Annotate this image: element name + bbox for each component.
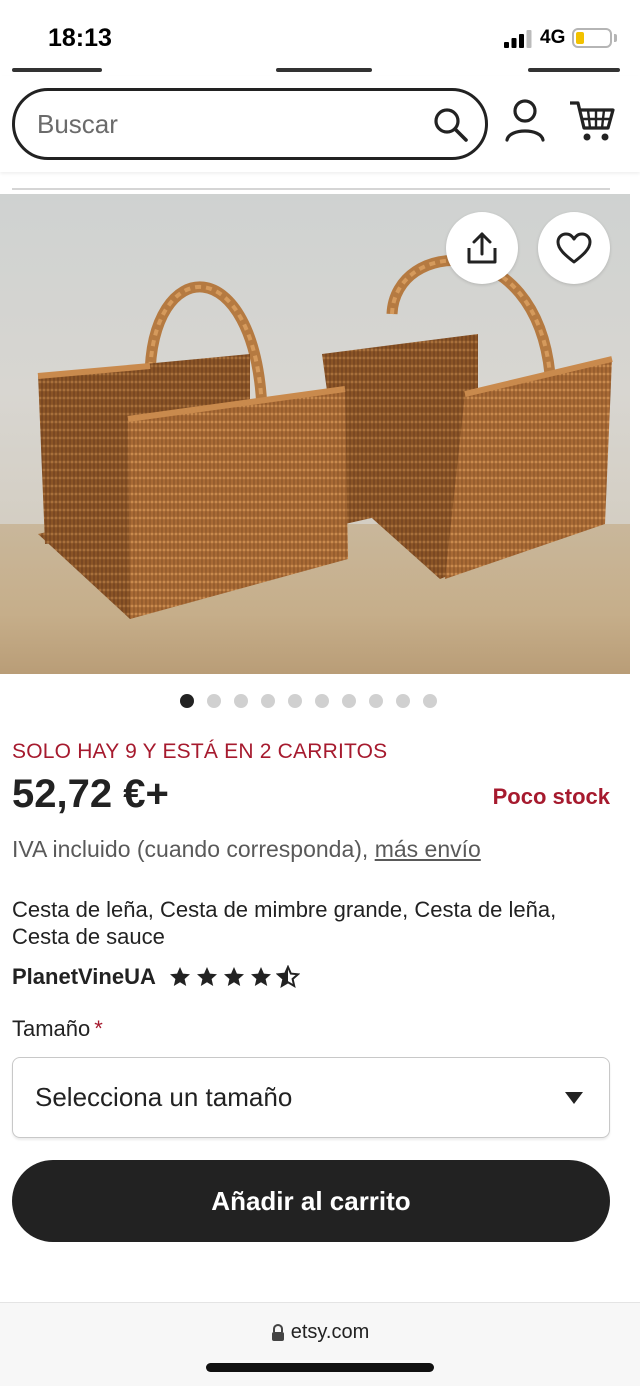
divider: [12, 188, 610, 190]
size-select-value: Selecciona un tamaño: [35, 1082, 293, 1112]
favorite-button[interactable]: [538, 212, 610, 284]
lock-icon: [271, 1323, 284, 1341]
cart-button[interactable]: [568, 98, 616, 144]
home-indicator[interactable]: [206, 1363, 434, 1372]
peek-fragment: [528, 68, 620, 72]
carousel-dot[interactable]: [342, 694, 356, 708]
status-time: 18:13: [48, 24, 112, 52]
required-asterisk: *: [94, 1016, 103, 1041]
heart-icon: [556, 232, 592, 264]
signal-bars-icon: [504, 30, 532, 48]
vat-text: IVA incluido (cuando corresponda),: [12, 836, 375, 862]
share-button[interactable]: [446, 212, 518, 284]
size-select[interactable]: Selecciona un tamaño: [12, 1057, 610, 1138]
add-to-cart-button[interactable]: Añadir al carrito: [12, 1160, 610, 1242]
carousel-dot[interactable]: [315, 694, 329, 708]
search-button[interactable]: [431, 105, 471, 145]
search-bar: [12, 88, 488, 160]
user-icon: [505, 99, 545, 142]
carousel-dot[interactable]: [288, 694, 302, 708]
peek-fragment: [12, 68, 102, 72]
status-bar: 18:13 4G: [0, 0, 640, 76]
battery-tip: [614, 34, 617, 42]
star-full-icon: [223, 967, 244, 986]
chevron-down-icon: [565, 1092, 583, 1104]
search-input[interactable]: [37, 91, 417, 157]
rating-stars: [168, 965, 300, 989]
share-icon: [467, 232, 497, 264]
search-icon: [434, 108, 468, 142]
vat-note: IVA incluido (cuando corresponda), más e…: [12, 836, 481, 863]
carousel-dots: [180, 694, 437, 708]
cart-icon: [570, 101, 615, 141]
wicker-baskets-illustration: [37, 254, 613, 619]
product-image[interactable]: [0, 194, 630, 674]
battery-icon: [572, 28, 612, 48]
star-full-icon: [250, 967, 271, 986]
url-text: etsy.com: [290, 1321, 370, 1343]
header-peek: [0, 68, 640, 78]
battery-level: [576, 32, 584, 44]
url-bar[interactable]: etsy.com: [0, 1321, 640, 1344]
star-half-icon: [275, 965, 300, 989]
product-title: Cesta de leña, Cesta de mimbre grande, C…: [12, 897, 557, 949]
stock-badge: Poco stock: [492, 784, 610, 809]
carousel-dot[interactable]: [396, 694, 410, 708]
shop-name-link[interactable]: PlanetVineUA: [12, 964, 156, 990]
carousel-dot[interactable]: [369, 694, 383, 708]
scarcity-notice: SOLO HAY 9 Y ESTÁ EN 2 CARRITOS: [12, 740, 388, 763]
shop-row: PlanetVineUA: [12, 964, 300, 990]
size-label-text: Tamaño: [12, 1016, 91, 1041]
price: 52,72 €+: [12, 772, 169, 816]
size-label: Tamaño *: [12, 1016, 103, 1042]
account-button[interactable]: [504, 98, 546, 144]
carousel-dot[interactable]: [261, 694, 275, 708]
star-full-icon: [169, 967, 190, 986]
network-label: 4G: [540, 27, 566, 48]
shipping-link[interactable]: más envío: [375, 836, 481, 862]
carousel-dot[interactable]: [234, 694, 248, 708]
carousel-dot[interactable]: [423, 694, 437, 708]
star-full-icon: [196, 967, 217, 986]
carousel-dot[interactable]: [180, 694, 194, 708]
peek-fragment: [276, 68, 372, 72]
carousel-dot[interactable]: [207, 694, 221, 708]
site-header: [0, 68, 640, 172]
browser-bottom-bar: etsy.com: [0, 1302, 640, 1386]
